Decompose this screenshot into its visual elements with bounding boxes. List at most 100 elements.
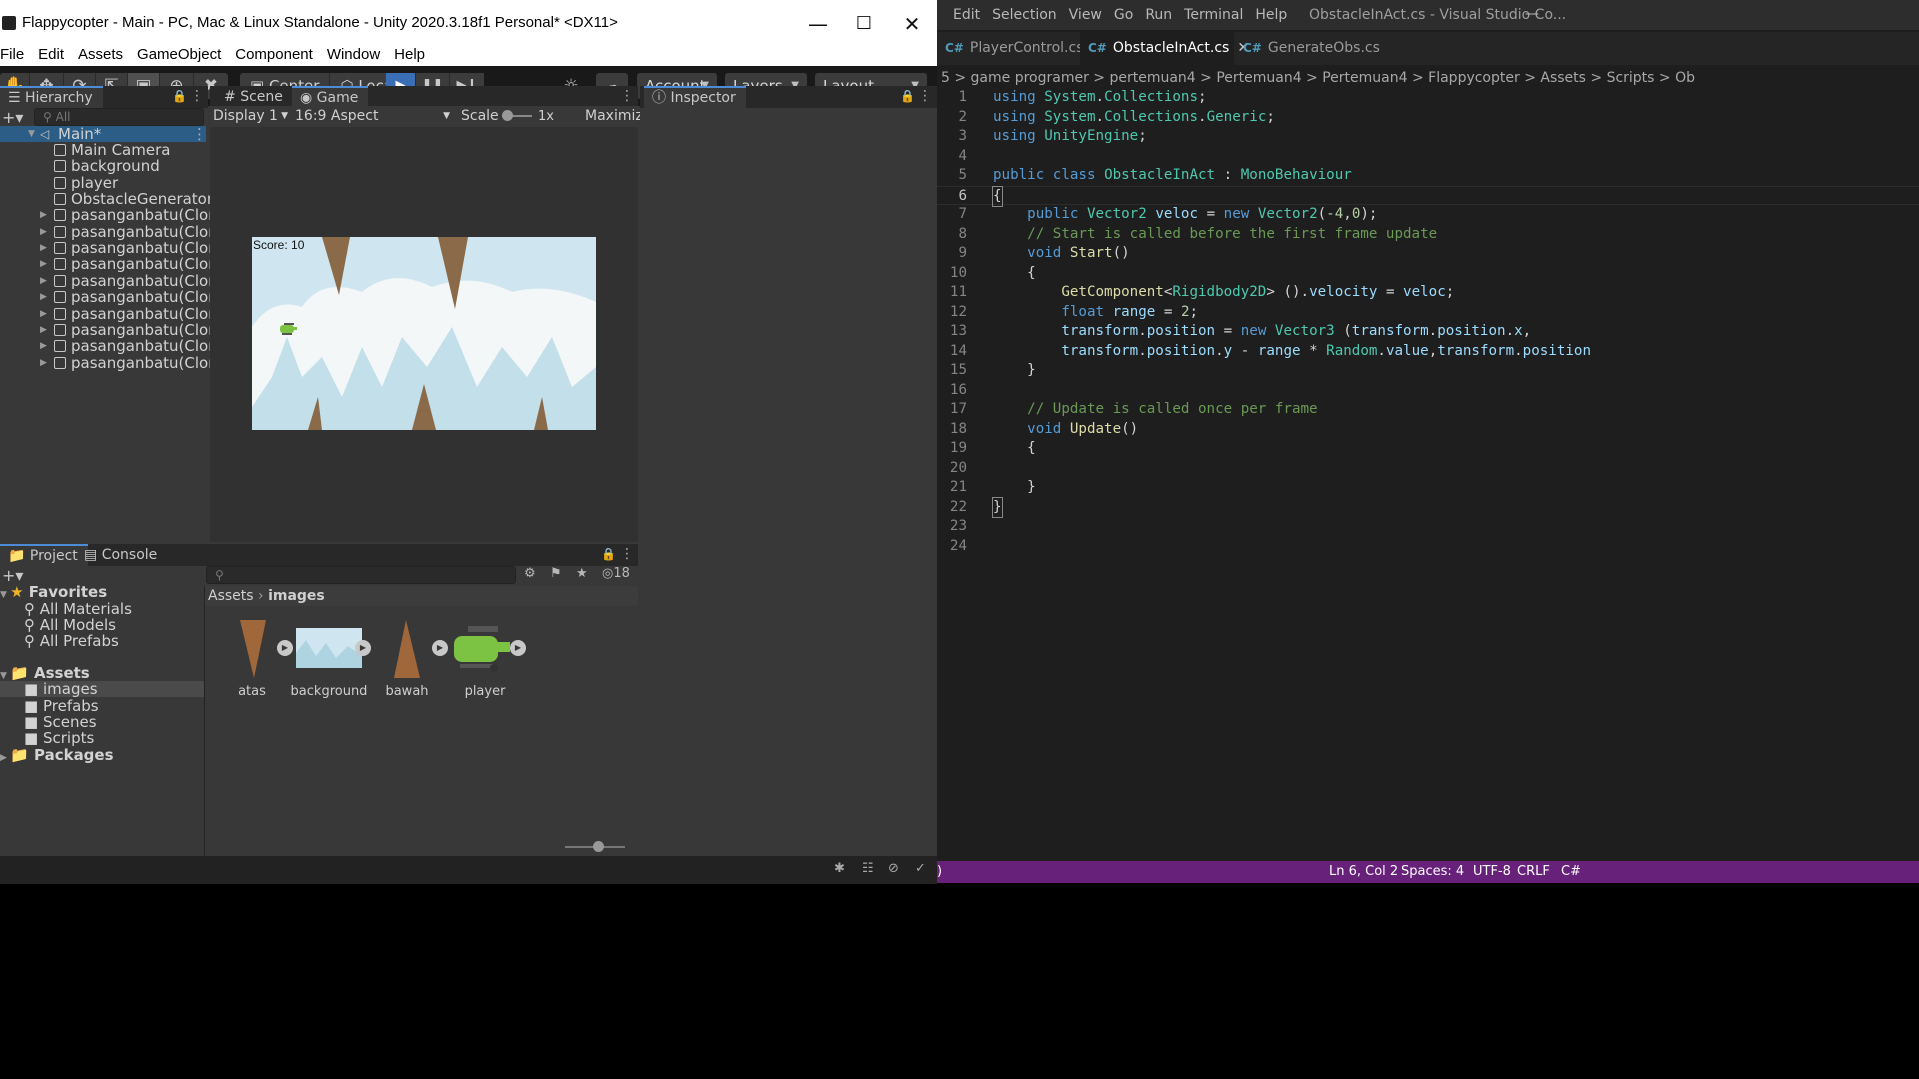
- menu-gameobject[interactable]: GameObject: [130, 44, 228, 66]
- hierarchy-search[interactable]: ⚲ All: [34, 108, 204, 126]
- hierarchy-item[interactable]: ▶ pasanganbatu(Clone): [0, 355, 233, 371]
- menu-window[interactable]: Window: [320, 44, 387, 66]
- tab-project[interactable]: 📁 Project: [0, 544, 88, 566]
- aspect-dropdown[interactable]: 16:9 Aspect ▼: [292, 106, 454, 126]
- favorite-item[interactable]: ⚲ All Models: [24, 617, 116, 633]
- scene-root-row[interactable]: ▼ ◁ Main* ⋮: [0, 126, 207, 142]
- favorites-folder[interactable]: ▼ ★ Favorites: [0, 584, 107, 600]
- filter-type-icon[interactable]: ⚙: [524, 566, 536, 581]
- expand-arrow-icon[interactable]: ▶: [40, 207, 47, 223]
- menu-component[interactable]: Component: [228, 44, 320, 66]
- sprite-expand-icon[interactable]: ▶: [277, 640, 293, 656]
- folder-prefabs[interactable]: ■ Prefabs: [24, 698, 99, 714]
- sprite-expand-icon[interactable]: ▶: [510, 640, 526, 656]
- vs-menu-selection[interactable]: Selection: [986, 0, 1063, 30]
- game-render[interactable]: Score: 10: [252, 237, 596, 430]
- tab-game[interactable]: ◉ Game: [292, 86, 369, 108]
- tab-obstacleinact[interactable]: C# ObstacleInAct.cs ✕: [1080, 32, 1249, 65]
- more-options-icon[interactable]: ⋮: [620, 88, 634, 104]
- menu-help[interactable]: Help: [387, 44, 432, 66]
- vs-menu-edit[interactable]: Edit: [947, 0, 986, 30]
- tab-hierarchy[interactable]: ☰ Hierarchy: [0, 86, 103, 108]
- more-options-icon[interactable]: ⋮: [192, 126, 207, 142]
- expand-arrow-icon[interactable]: ▶: [40, 256, 47, 272]
- hierarchy-item[interactable]: ▶ pasanganbatu(Clone): [0, 338, 233, 354]
- filter-label-icon[interactable]: ⚑: [550, 566, 562, 581]
- vs-menu-view[interactable]: View: [1063, 0, 1108, 30]
- status-language[interactable]: C#: [1561, 861, 1581, 883]
- debug-icon[interactable]: ✱: [834, 861, 845, 876]
- cache-icon[interactable]: ☷: [862, 861, 874, 876]
- status-eol[interactable]: CRLF: [1517, 861, 1550, 883]
- icon-size-slider[interactable]: [565, 841, 625, 852]
- project-search[interactable]: ⚲: [206, 566, 516, 584]
- lock-icon[interactable]: 🔒: [900, 89, 915, 103]
- hierarchy-item[interactable]: player: [0, 175, 206, 191]
- sprite-expand-icon[interactable]: ▶: [355, 640, 371, 656]
- hidden-packages-toggle[interactable]: ◎18: [602, 566, 630, 581]
- folder-images[interactable]: ■ images: [0, 681, 204, 697]
- hierarchy-item[interactable]: ▶ pasanganbatu(Clone): [0, 256, 233, 272]
- status-encoding[interactable]: UTF-8: [1473, 861, 1511, 883]
- expand-arrow-icon[interactable]: ▶: [40, 273, 47, 289]
- add-icon[interactable]: +▾: [2, 108, 23, 127]
- hierarchy-item[interactable]: ▶ pasanganbatu(Clone): [0, 224, 233, 240]
- remote-icon[interactable]: ): [937, 861, 942, 883]
- expand-arrow-icon[interactable]: ▶: [40, 289, 47, 305]
- tab-inspector[interactable]: ⓘ Inspector: [644, 86, 746, 108]
- vs-menu-help[interactable]: Help: [1249, 0, 1293, 30]
- expand-arrow-icon[interactable]: ▼: [0, 590, 10, 600]
- code-editor[interactable]: 1 using System.Collections; 2 using System…: [937, 88, 1919, 860]
- hierarchy-item[interactable]: ▶ pasanganbatu(Clone): [0, 207, 233, 223]
- expand-arrow-icon[interactable]: ▶: [40, 224, 47, 240]
- vs-menu-go[interactable]: Go: [1108, 0, 1139, 30]
- breadcrumb-assets[interactable]: Assets: [208, 588, 254, 604]
- expand-arrow-icon[interactable]: ▶: [40, 322, 47, 338]
- hierarchy-item[interactable]: ▶ pasanganbatu(Clone): [0, 306, 233, 322]
- minimize-icon[interactable]: —: [1525, 6, 1539, 22]
- favorite-star-icon[interactable]: ★: [576, 566, 588, 581]
- scale-slider-thumb[interactable]: [502, 110, 513, 121]
- lock-icon[interactable]: 🔒: [172, 89, 187, 103]
- sprite-expand-icon[interactable]: ▶: [432, 640, 448, 656]
- menu-edit[interactable]: Edit: [31, 44, 71, 66]
- close-icon[interactable]: ✕: [884, 6, 940, 42]
- hierarchy-item[interactable]: ▶ pasanganbatu(Clone): [0, 273, 233, 289]
- menu-assets[interactable]: Assets: [71, 44, 130, 66]
- asset-bawah-thumb[interactable]: [392, 618, 422, 680]
- tab-generateobs[interactable]: C# GenerateObs.cs: [1235, 32, 1385, 65]
- status-cursor-position[interactable]: Ln 6, Col 2: [1329, 861, 1398, 883]
- more-options-icon[interactable]: ⋮: [190, 88, 204, 104]
- folder-scenes[interactable]: ■ Scenes: [24, 714, 97, 730]
- display-dropdown[interactable]: Display 1 ▼: [210, 106, 290, 126]
- lock-icon[interactable]: 🔒: [601, 547, 616, 561]
- expand-arrow-icon[interactable]: ▼: [0, 671, 10, 681]
- expand-arrow-icon[interactable]: ▶: [40, 306, 47, 322]
- hierarchy-item[interactable]: ▶ pasanganbatu(Clone): [0, 289, 233, 305]
- expand-arrow-icon[interactable]: ▶: [40, 355, 47, 371]
- favorite-item[interactable]: ⚲ All Materials: [24, 601, 132, 617]
- expand-arrow-icon[interactable]: ▶: [40, 240, 47, 256]
- assets-folder[interactable]: ▼ 📁 Assets: [0, 665, 90, 681]
- slider-thumb[interactable]: [593, 841, 604, 852]
- tab-scene[interactable]: # Scene: [216, 86, 293, 108]
- expand-arrow-icon[interactable]: ▶: [40, 338, 47, 354]
- hierarchy-item[interactable]: ▶ pasanganbatu(Clone): [0, 322, 233, 338]
- hierarchy-item[interactable]: background: [0, 158, 206, 174]
- asset-player-thumb[interactable]: [450, 622, 516, 676]
- hierarchy-item[interactable]: ObstacleGenerator: [0, 191, 213, 207]
- tab-playercontrol[interactable]: C# PlayerControl.cs: [937, 32, 1084, 65]
- status-indentation[interactable]: Spaces: 4: [1401, 861, 1464, 883]
- favorite-item[interactable]: ⚲ All Prefabs: [24, 633, 119, 649]
- vs-menu-terminal[interactable]: Terminal: [1178, 0, 1249, 30]
- tab-console[interactable]: ▤ Console: [76, 544, 167, 566]
- vs-menu-run[interactable]: Run: [1139, 0, 1178, 30]
- asset-background-thumb[interactable]: [296, 628, 362, 668]
- file-breadcrumb[interactable]: 5 > game programer > pertemuan4 > Pertem…: [937, 66, 1919, 90]
- packages-folder[interactable]: ▶ 📁 Packages: [0, 747, 114, 763]
- scale-slider[interactable]: [502, 110, 532, 121]
- breadcrumb-images[interactable]: images: [268, 588, 325, 604]
- menu-file[interactable]: File: [0, 44, 31, 66]
- hierarchy-item[interactable]: ▶ pasanganbatu(Clone): [0, 240, 233, 256]
- expand-arrow-icon[interactable]: ▼: [28, 126, 35, 142]
